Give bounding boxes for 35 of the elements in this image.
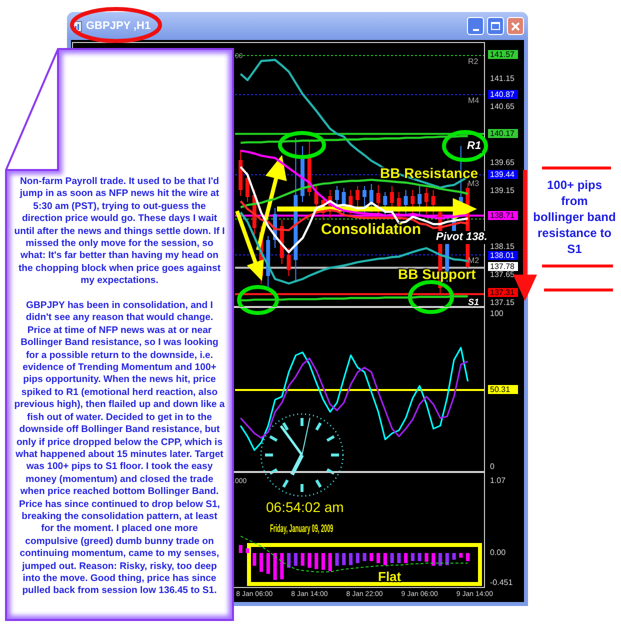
level-label: M3	[468, 179, 480, 188]
level-label: S1	[468, 298, 480, 306]
axis-label: 0	[490, 462, 494, 471]
axis-label: 1.07	[490, 477, 506, 486]
callout-text: Non-farm Payroll trade. It used to be that I'd jump in as soon as NFP news hit the wire at 5:30 am (PST), trying to out-guess the direction price would go. These days I wait until after the news and things settle down. If I missed the only move for the session, so what: It's far better than having my head on the chopping block when price goes against my expectations.	[14, 176, 225, 288]
axis-label: -0.451	[490, 579, 513, 588]
price-marker: 50.31	[488, 385, 518, 394]
price-marker: 140.87	[488, 90, 518, 99]
clock-time: 06:54:02 am	[266, 499, 344, 516]
price-marker: 138.01	[488, 251, 518, 260]
price-marker: 138.71	[488, 211, 518, 220]
price-marker: 139.44	[488, 170, 518, 179]
level-label: R2	[468, 57, 478, 66]
price-marker: 141.57	[488, 50, 518, 59]
axis-label: 138.15	[490, 243, 514, 252]
price-marker: 140.17	[488, 129, 518, 138]
window-title: GBPJPY ,H1	[86, 18, 151, 34]
callout-text: GBPJPY has been in consolidation, and I didn't see any reason that would change. Price at time of NFP news was at or near Bollinger Band resistance, so I was looking for a possible return to the downside, i.e. evidence of Trending Momentum and 100+ pips opportunity. When the news hit, price spiked to R1 (emotional herd reaction, also previous high), then flailed up and down like a fish out of water. Decided to get in to the downside off Bollinger Band resistance, but only if price dropped below the CPP, which is what happened about 15 minutes later. Target was 100+ pips to S1 floor. I took the easy money (momentum) and closed the trade when price reached bottom Bollinger Band. Price has since continued to drop below S1, breaking the consolidation pattern, at least for the moment. I placed one more compulsive (greed) dumb bunny trade on continuing momentum, came to my senses, jumped out. Reason: Risky, risky, too deep into the move. Good thing, price has since pulled back from session low 136.45 to S1.	[14, 300, 225, 598]
side-note: 100+ pips from bollinger band resistance to S1	[532, 177, 617, 257]
level-label: M4	[468, 96, 480, 105]
axis-label: 141.15	[490, 74, 514, 83]
axis-label: 137.65	[490, 271, 514, 280]
price-marker: 137.31	[488, 288, 518, 297]
level-label: Pivot 138.	[436, 231, 488, 244]
axis-label: 0.00	[490, 549, 506, 557]
chart-annotation: Consolidation	[321, 221, 421, 238]
axis-label: 137.15	[490, 299, 514, 308]
axis-label: 139.15	[490, 187, 514, 196]
axis-label: 139.65	[490, 159, 514, 167]
axis-label: 100	[490, 310, 504, 318]
level-label: R1	[467, 140, 482, 153]
price-marker: 137.78	[488, 262, 518, 271]
clock-date: Friday, January 09, 2009	[270, 522, 334, 536]
highlight-label: Flat	[378, 570, 402, 583]
axis-label: 140.65	[490, 102, 514, 111]
